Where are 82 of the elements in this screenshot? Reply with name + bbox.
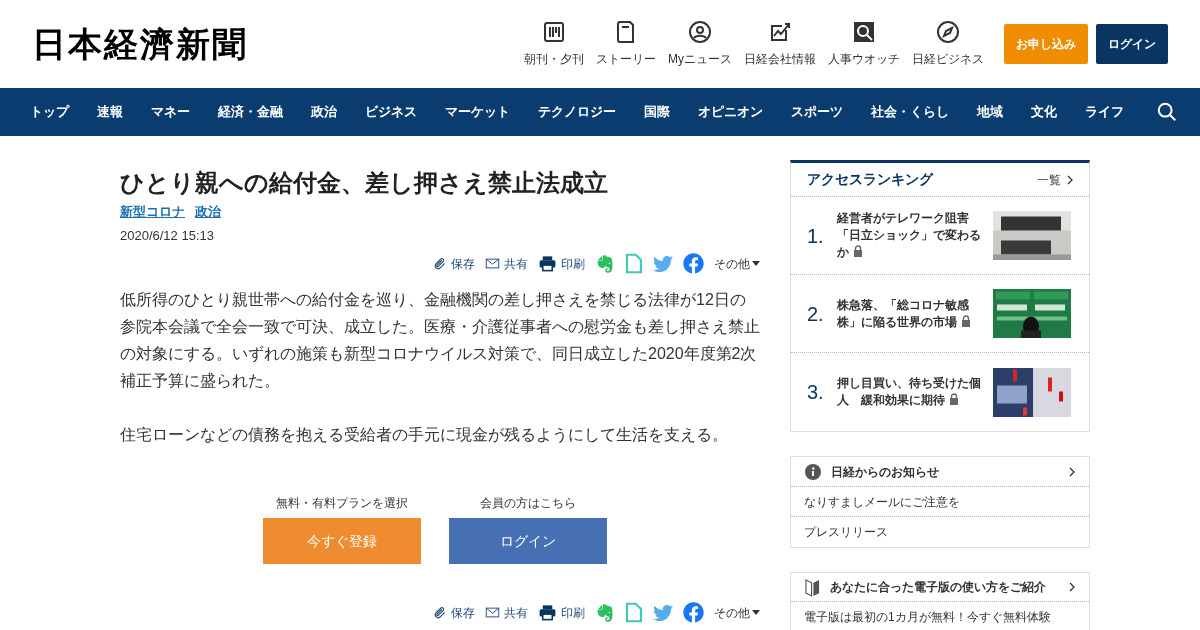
- article-paragraph: 低所得のひとり親世帯への給付金を巡り、金融機関の差し押さえを禁じる法律が12日の参院本会議で全会一致で可決、成立した。医療・介護従事者への慰労金も差し押さえ禁止の対象にする。いずれの施策も新型コロナウイルス対策で、同日成立した2020年度第2次補正予算に盛られた。: [120, 290, 760, 391]
- notice-link[interactable]: なりすましメールにご注意を: [791, 487, 1089, 517]
- panel-header[interactable]: あなたに合った電子版の使い方をご紹介: [791, 573, 1089, 602]
- nav-link[interactable]: オピニオン: [698, 102, 763, 122]
- note-icon[interactable]: [625, 253, 643, 274]
- nav-link[interactable]: マネー: [151, 102, 190, 122]
- chevron-icon: [1069, 582, 1075, 592]
- chart-icon: [768, 20, 792, 44]
- rank-number: 2.: [807, 301, 825, 327]
- nav-link[interactable]: マーケット: [445, 102, 510, 122]
- chevron-icon: [1069, 466, 1075, 477]
- more-button[interactable]: その他: [714, 603, 760, 622]
- save-button[interactable]: 保存: [433, 254, 475, 273]
- elephant-icon[interactable]: [595, 253, 615, 274]
- nav-link[interactable]: ライフ: [1085, 102, 1124, 122]
- newspaper-icon: [542, 20, 566, 44]
- mail-icon: [485, 605, 500, 620]
- search-icon[interactable]: [1156, 101, 1178, 123]
- more-button[interactable]: その他: [714, 254, 760, 273]
- topic-link[interactable]: 政治: [195, 202, 221, 222]
- header-link[interactable]: 人事ウオッチ: [822, 20, 906, 68]
- printer-icon: [538, 254, 557, 273]
- paperclip-icon: [433, 256, 447, 271]
- nav-link[interactable]: 文化: [1031, 102, 1057, 122]
- rank-number: 3.: [807, 380, 825, 405]
- header-link[interactable]: 日経会社情報: [738, 20, 822, 68]
- button-caption: 会員の方はこちら: [480, 495, 576, 512]
- notice-link[interactable]: プレスリリース: [791, 517, 1089, 547]
- printer-icon: [538, 603, 557, 622]
- print-button[interactable]: 印刷: [538, 254, 585, 273]
- login-button[interactable]: ログイン: [449, 518, 607, 564]
- nav-link[interactable]: 政治: [311, 102, 337, 122]
- article-paragraph: 住宅ローンなどの債務を抱える受給者の手元に現金が残るようにして生活を支える。: [120, 425, 729, 445]
- see-all-link[interactable]: 一覧: [1037, 170, 1073, 189]
- facebook-icon[interactable]: [683, 253, 704, 274]
- ranking-title: 株急落、「総コロナ敏感株」に陥る世界の市場: [837, 296, 972, 331]
- ranking-item[interactable]: 2. 株急落、「総コロナ敏感株」に陥る世界の市場: [791, 275, 1089, 353]
- button-caption: 無料・有料プランを選択: [276, 495, 408, 512]
- bird-icon[interactable]: [653, 253, 673, 274]
- nav-link[interactable]: スポーツ: [791, 102, 843, 122]
- publish-date: 2020/6/12 15:13: [120, 226, 215, 245]
- elephant-icon[interactable]: [595, 602, 615, 623]
- guide-link[interactable]: 電子版は最初の1カ月が無料！今すぐ無料体験: [791, 602, 1089, 630]
- caret-icon: [752, 261, 760, 266]
- compass-icon: [936, 20, 960, 44]
- facebook-icon[interactable]: [683, 602, 704, 623]
- nav-link[interactable]: ビジネス: [365, 102, 417, 122]
- nav-link[interactable]: 社会・くらし: [871, 102, 949, 122]
- article-title: ひとり親への給付金、差し押さえ禁止法成立: [120, 168, 609, 198]
- header-link[interactable]: 朝刊・夕刊: [518, 20, 590, 68]
- nav-link[interactable]: 速報: [97, 102, 123, 122]
- info-icon: [805, 463, 821, 480]
- nav-link[interactable]: 地域: [977, 102, 1003, 122]
- ranking-item[interactable]: 3. 押し目買い、待ち受けた個人 緩和効果に期待: [791, 353, 1089, 431]
- ranking-title: 押し目買い、待ち受けた個人 緩和効果に期待: [837, 375, 982, 409]
- ranking-title: 経営者がテレワーク阻害「日立ショック」で変わるか: [837, 210, 982, 261]
- site-logo[interactable]: 日本経濟新聞: [32, 18, 248, 70]
- header-link[interactable]: Myニュース: [662, 20, 738, 68]
- rank-number: 1.: [807, 223, 825, 249]
- header-link[interactable]: 日経ビジネス: [906, 20, 990, 68]
- nav-link[interactable]: 経済・金融: [218, 102, 283, 122]
- caret-icon: [752, 610, 760, 615]
- share-button[interactable]: 共有: [485, 603, 528, 622]
- nav-link[interactable]: トップ: [30, 102, 69, 122]
- paperclip-icon: [433, 605, 447, 620]
- nav-link[interactable]: 国際: [644, 102, 670, 122]
- magnifier-icon: [852, 20, 876, 44]
- share-button[interactable]: 共有: [485, 254, 528, 273]
- nav-link[interactable]: テクノロジー: [538, 102, 616, 122]
- save-button[interactable]: 保存: [433, 603, 475, 622]
- person-icon: [688, 20, 712, 44]
- ranking-item[interactable]: 1. 経営者がテレワーク阻害「日立ショック」で変わるか: [791, 197, 1089, 275]
- chevron-icon: [1067, 174, 1073, 185]
- topic-link[interactable]: 新型コロナ: [120, 202, 185, 222]
- mail-icon: [485, 256, 500, 271]
- panel-title: アクセスランキング: [807, 170, 933, 189]
- panel-header[interactable]: 日経からのお知らせ: [791, 457, 1089, 487]
- login-button[interactable]: ログイン: [1096, 24, 1168, 64]
- note-icon[interactable]: [625, 602, 643, 623]
- bird-icon[interactable]: [653, 602, 673, 623]
- print-button[interactable]: 印刷: [538, 603, 585, 622]
- header-link[interactable]: ストーリー: [590, 20, 662, 68]
